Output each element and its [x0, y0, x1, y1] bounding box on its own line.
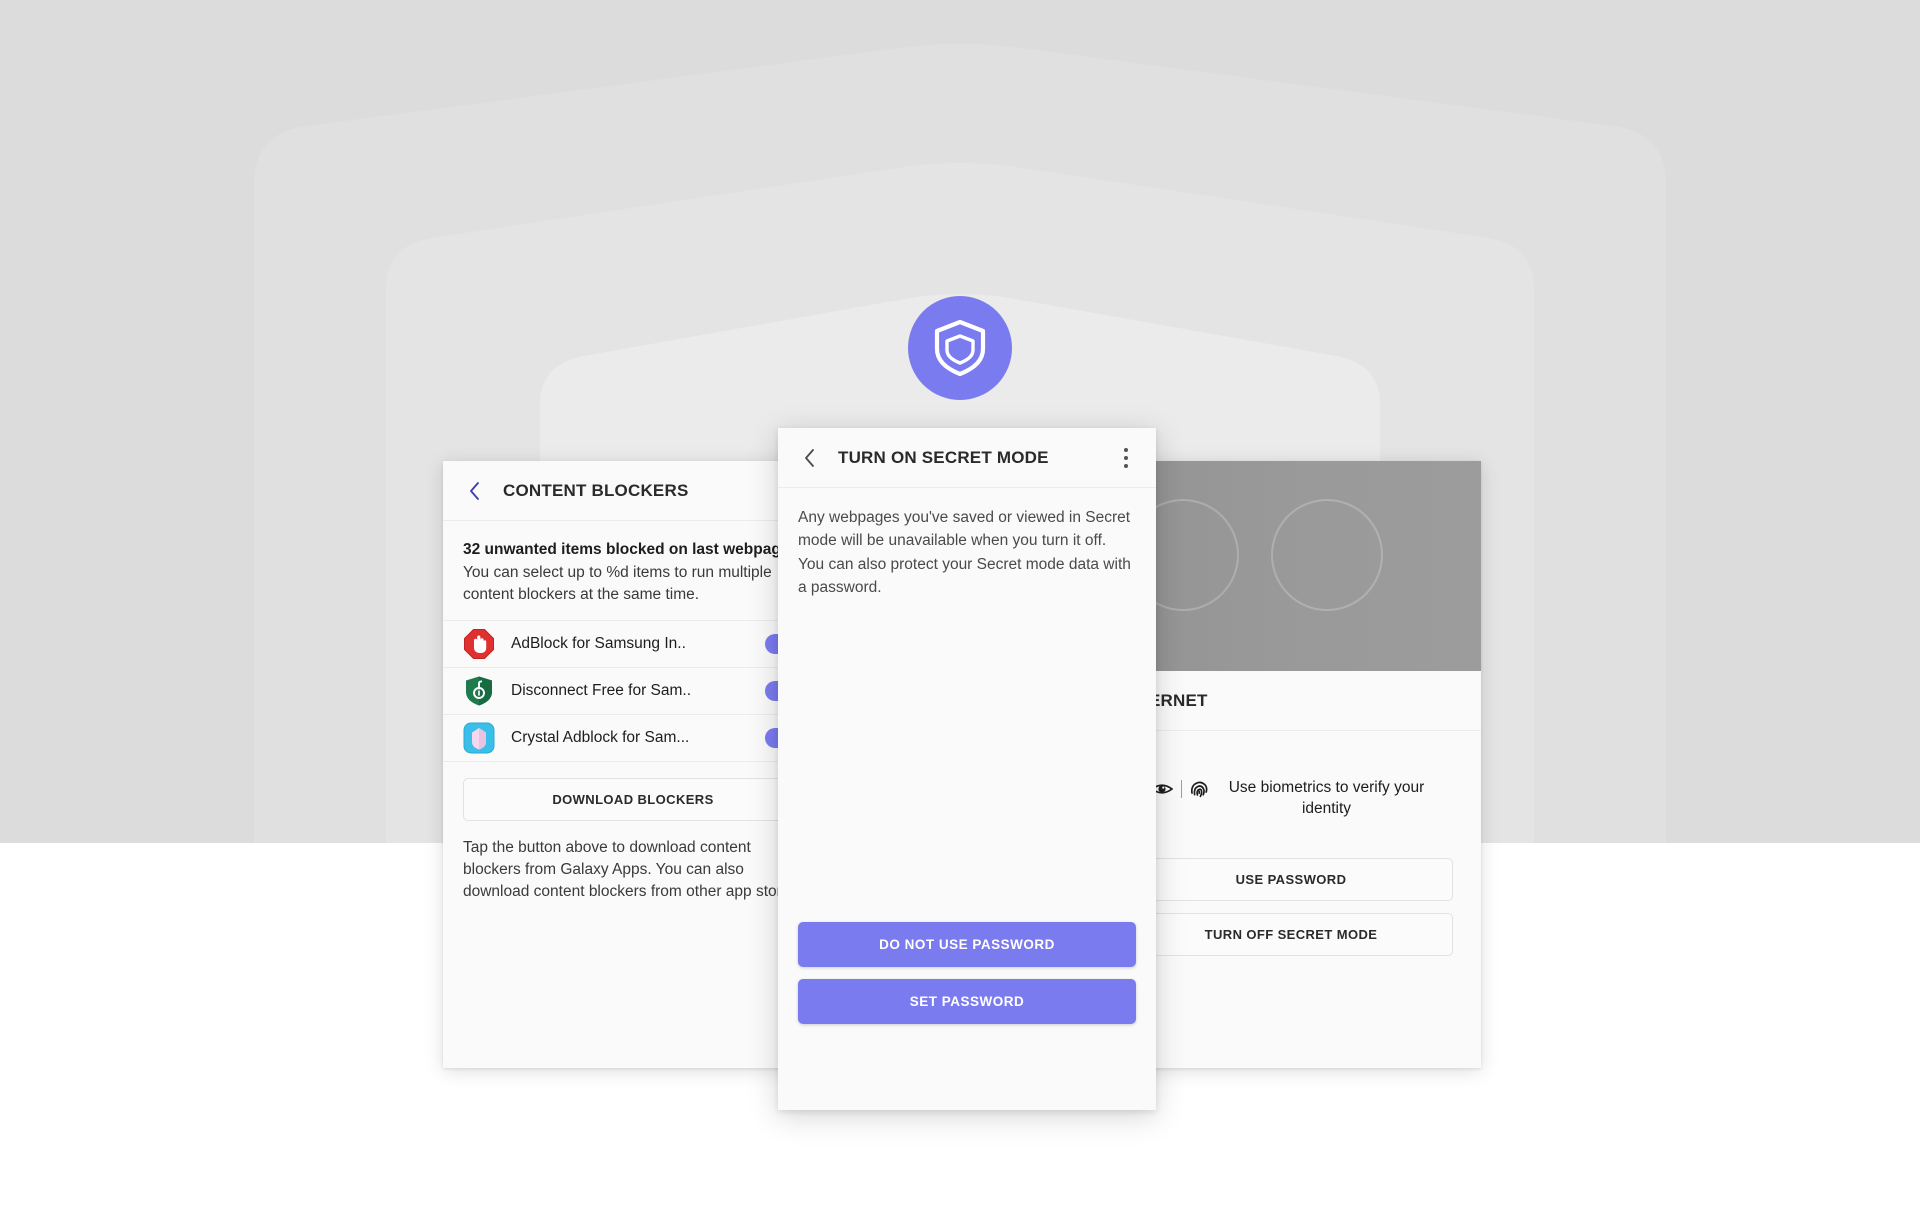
- list-item-label: Crystal Adblock for Sam...: [511, 729, 690, 746]
- turn-on-secret-mode-card: TURN ON SECRET MODE Any webpages you've …: [778, 428, 1156, 1110]
- disconnect-shield-lock-icon: [463, 675, 495, 707]
- hero-circle-right: [1271, 499, 1383, 611]
- biometrics-text: Use biometrics to verify your identity: [1228, 779, 1425, 818]
- right-appbar: INTERNET: [1101, 671, 1481, 731]
- list-item[interactable]: AdBlock for Samsung In..: [443, 621, 823, 668]
- do-not-use-password-button[interactable]: DO NOT USE PASSWORD: [798, 922, 1136, 967]
- screenshot-stage: CONTENT BLOCKERS 32 unwanted items block…: [0, 0, 1920, 1210]
- download-blockers-wrap: DOWNLOAD BLOCKERS: [443, 762, 823, 821]
- list-item-label: Disconnect Free for Sam..: [511, 682, 692, 699]
- download-footer-note: Tap the button above to download content…: [463, 839, 803, 900]
- blocked-summary: 32 unwanted items blocked on last webpag…: [443, 521, 823, 621]
- chevron-left-icon[interactable]: [461, 478, 487, 504]
- left-appbar: CONTENT BLOCKERS: [443, 461, 823, 521]
- crystal-adblock-gem-icon: [463, 722, 495, 754]
- blocked-description: You can select up to %d items to run mul…: [463, 564, 772, 603]
- biometrics-icon-group: [1150, 777, 1208, 799]
- blocked-count-headline: 32 unwanted items blocked on last webpag…: [463, 541, 794, 558]
- list-item[interactable]: Disconnect Free for Sam..: [443, 668, 823, 715]
- center-appbar: TURN ON SECRET MODE: [778, 428, 1156, 488]
- page-title: CONTENT BLOCKERS: [503, 480, 689, 500]
- right-card-actions: USE PASSWORD TURN OFF SECRET MODE: [1101, 820, 1481, 956]
- secret-mode-verify-card: INTERNET Use biometrics to verify your i…: [1101, 461, 1481, 1068]
- set-password-button[interactable]: SET PASSWORD: [798, 979, 1136, 1024]
- page-title: TURN ON SECRET MODE: [838, 447, 1049, 467]
- turn-off-secret-mode-button[interactable]: TURN OFF SECRET MODE: [1129, 912, 1453, 956]
- icon-divider: [1180, 780, 1182, 798]
- content-blockers-card: CONTENT BLOCKERS 32 unwanted items block…: [443, 461, 823, 1068]
- kebab-menu-icon[interactable]: [1114, 445, 1138, 471]
- fingerprint-icon: [1190, 779, 1208, 799]
- secret-mode-description: Any webpages you've saved or viewed in S…: [778, 488, 1156, 599]
- download-blockers-button[interactable]: DOWNLOAD BLOCKERS: [463, 778, 803, 821]
- shield-icon: [933, 319, 987, 377]
- adblock-stop-hand-icon: [463, 628, 495, 660]
- biometrics-prompt: Use biometrics to verify your identity: [1101, 731, 1481, 820]
- center-card-actions: DO NOT USE PASSWORD SET PASSWORD: [778, 922, 1156, 1024]
- secret-mode-paragraph-1: Any webpages you've saved or viewed in S…: [798, 509, 1131, 550]
- brand-badge: [908, 296, 1012, 400]
- list-item[interactable]: Crystal Adblock for Sam...: [443, 715, 823, 762]
- secret-mode-paragraph-2: You can also protect your Secret mode da…: [798, 555, 1131, 596]
- chevron-left-icon[interactable]: [796, 445, 822, 471]
- list-item-label: AdBlock for Samsung In..: [511, 635, 686, 652]
- use-password-button[interactable]: USE PASSWORD: [1129, 857, 1453, 901]
- secret-mode-illustration-placeholder: [1101, 461, 1481, 671]
